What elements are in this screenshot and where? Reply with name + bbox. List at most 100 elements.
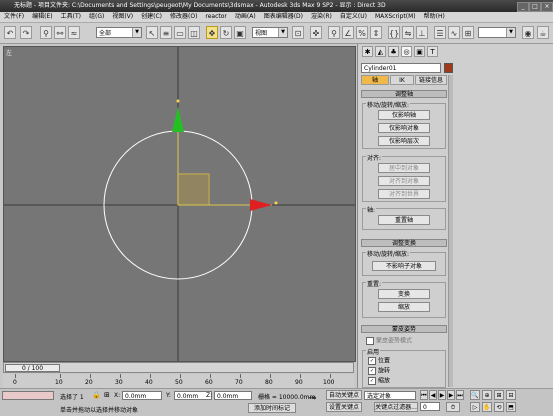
go-to-start-icon[interactable]: ⏮	[420, 390, 428, 400]
motion-tab-icon[interactable]: ◎	[401, 46, 412, 57]
viewport-label[interactable]: 左	[6, 48, 12, 57]
maxscript-listener-mini[interactable]	[2, 391, 54, 400]
zoom-icon[interactable]: 🔍	[470, 390, 480, 400]
rollout-adjust-transform[interactable]: 调整变换	[361, 239, 447, 247]
layer-manager-icon[interactable]: ☰	[434, 26, 446, 39]
menu-modifiers[interactable]: 修改器(O)	[166, 12, 201, 22]
named-selection-dropdown[interactable]: ▼	[478, 27, 516, 38]
time-slider-track[interactable]: 0 / 100	[3, 362, 354, 373]
align-to-world-button[interactable]: 对齐到世界	[378, 189, 430, 199]
affect-object-only-button[interactable]: 仅影响对象	[378, 123, 430, 133]
object-name-field[interactable]: Cylinder01	[361, 63, 441, 73]
align-to-object-button[interactable]: 对齐到对象	[378, 176, 430, 186]
pivot-point-center-icon[interactable]: ⊡	[292, 26, 304, 39]
menu-maxscript[interactable]: MAXScript(M)	[371, 12, 420, 22]
key-filters-button[interactable]: 关键点过滤器...	[374, 402, 418, 412]
utilities-tab-icon[interactable]: T	[427, 46, 438, 57]
curve-editor-icon[interactable]: ∿	[448, 26, 460, 39]
percent-snap-icon[interactable]: %	[356, 26, 368, 39]
affect-hierarchy-only-button[interactable]: 仅影响层次	[378, 136, 430, 146]
dont-affect-children-button[interactable]: 不影响子对象	[372, 261, 436, 271]
pan-icon[interactable]: ✋	[482, 402, 492, 412]
select-object-icon[interactable]: ↖	[146, 26, 158, 39]
create-tab-icon[interactable]: ✱	[362, 46, 373, 57]
enable-position-checkbox[interactable]: ✓ 位置	[368, 357, 390, 366]
enable-rotation-checkbox[interactable]: ✓ 旋转	[368, 367, 390, 376]
reference-coordinate-dropdown[interactable]: 视图 ▼	[252, 27, 288, 38]
window-crossing-icon[interactable]: ◫	[188, 26, 200, 39]
close-button[interactable]: ×	[541, 2, 553, 12]
display-tab-icon[interactable]: ▣	[414, 46, 425, 57]
command-panel-scrollbar[interactable]	[448, 75, 453, 387]
menu-animation[interactable]: 动画(A)	[231, 12, 260, 22]
lock-selection-icon[interactable]: 🔒	[92, 391, 101, 399]
skin-pose-mode-checkbox[interactable]: 蒙皮姿势模式	[366, 337, 412, 346]
subtab-link-info[interactable]: 链接信息	[415, 75, 447, 85]
modify-tab-icon[interactable]: ◭	[375, 46, 386, 57]
menu-create[interactable]: 创建(C)	[137, 12, 166, 22]
spinner-snap-icon[interactable]: ⇕	[370, 26, 382, 39]
select-and-move-icon[interactable]: ✥	[206, 26, 218, 39]
key-icon[interactable]: ⊸	[308, 393, 316, 404]
set-key-button[interactable]: 设置关键点	[326, 402, 362, 412]
auto-key-button[interactable]: 自动关键点	[326, 390, 362, 400]
schematic-view-icon[interactable]: ⊞	[462, 26, 474, 39]
menu-group[interactable]: 组(G)	[85, 12, 108, 22]
menu-graph-editors[interactable]: 图表编辑器(D)	[260, 12, 307, 22]
hierarchy-tab-icon[interactable]: ♣	[388, 46, 399, 57]
maximize-viewport-icon[interactable]: ⬒	[506, 402, 516, 412]
menu-help[interactable]: 帮助(H)	[420, 12, 449, 22]
reset-scale-button[interactable]: 缩放	[378, 302, 430, 312]
time-configuration-icon[interactable]: ⏱	[446, 402, 460, 412]
center-to-object-button[interactable]: 居中到对象	[378, 163, 430, 173]
track-bar-ruler[interactable]: 0 10 20 30 40 50 60 70 80 90 100	[3, 374, 354, 389]
rollout-skin-pose[interactable]: 蒙皮姿势	[361, 325, 447, 333]
viewport-left[interactable]	[3, 46, 356, 362]
zoom-all-icon[interactable]: ⊕	[482, 390, 492, 400]
zoom-extents-all-icon[interactable]: ⊟	[506, 390, 516, 400]
menu-customize[interactable]: 自定义(U)	[336, 12, 371, 22]
absolute-mode-icon[interactable]: ⊞	[104, 391, 110, 399]
bind-space-warp-icon[interactable]: ≈	[68, 26, 80, 39]
select-by-name-icon[interactable]: ≡	[160, 26, 172, 39]
go-to-end-icon[interactable]: ⏭	[456, 390, 464, 400]
maximize-button[interactable]: □	[529, 2, 541, 12]
align-icon[interactable]: ⊥	[416, 26, 428, 39]
link-icon[interactable]: ⚲	[40, 26, 52, 39]
add-time-tag-button[interactable]: 添加时间标记	[248, 403, 296, 413]
affect-pivot-only-button[interactable]: 仅影响轴	[378, 110, 430, 120]
menu-edit[interactable]: 编辑(E)	[28, 12, 56, 22]
undo-icon[interactable]: ↶	[4, 26, 16, 39]
previous-frame-icon[interactable]: ◀	[429, 390, 437, 400]
orbit-icon[interactable]: ⟲	[494, 402, 504, 412]
zoom-extents-icon[interactable]: ⊞	[494, 390, 504, 400]
object-color-swatch[interactable]	[444, 63, 453, 73]
angle-snap-icon[interactable]: ∠	[342, 26, 354, 39]
reset-pivot-button[interactable]: 重置轴	[378, 215, 430, 225]
enable-scale-checkbox[interactable]: ✓ 缩放	[368, 377, 390, 386]
select-and-scale-icon[interactable]: ▣	[234, 26, 246, 39]
rectangular-selection-icon[interactable]: ▭	[174, 26, 186, 39]
x-coordinate-field[interactable]: 0.0mm	[122, 391, 162, 400]
field-of-view-icon[interactable]: ▷	[470, 402, 480, 412]
quick-render-icon[interactable]: ☕	[537, 26, 549, 39]
minimize-button[interactable]: _	[517, 2, 529, 12]
menu-rendering[interactable]: 渲染(R)	[307, 12, 336, 22]
select-and-rotate-icon[interactable]: ↻	[220, 26, 232, 39]
menu-tools[interactable]: 工具(T)	[57, 12, 85, 22]
unlink-icon[interactable]: ⚯	[54, 26, 66, 39]
select-manipulate-icon[interactable]: ✜	[310, 26, 322, 39]
menu-file[interactable]: 文件(F)	[0, 12, 28, 22]
subtab-pivot[interactable]: 轴	[361, 75, 389, 85]
mirror-icon[interactable]: ⇋	[402, 26, 414, 39]
play-icon[interactable]: ▶	[438, 390, 446, 400]
time-slider-thumb[interactable]: 0 / 100	[5, 364, 60, 372]
selection-filter-dropdown[interactable]: 全部 ▼	[96, 27, 142, 38]
z-coordinate-field[interactable]: 0.0mm	[214, 391, 252, 400]
subtab-ik[interactable]: IK	[390, 75, 414, 85]
named-selection-sets-icon[interactable]: {}	[388, 26, 400, 39]
snaps-toggle-icon[interactable]: ⚲	[328, 26, 340, 39]
reset-transform-button[interactable]: 变换	[378, 289, 430, 299]
menu-reactor[interactable]: reactor	[201, 12, 231, 22]
menu-views[interactable]: 视图(V)	[108, 12, 137, 22]
